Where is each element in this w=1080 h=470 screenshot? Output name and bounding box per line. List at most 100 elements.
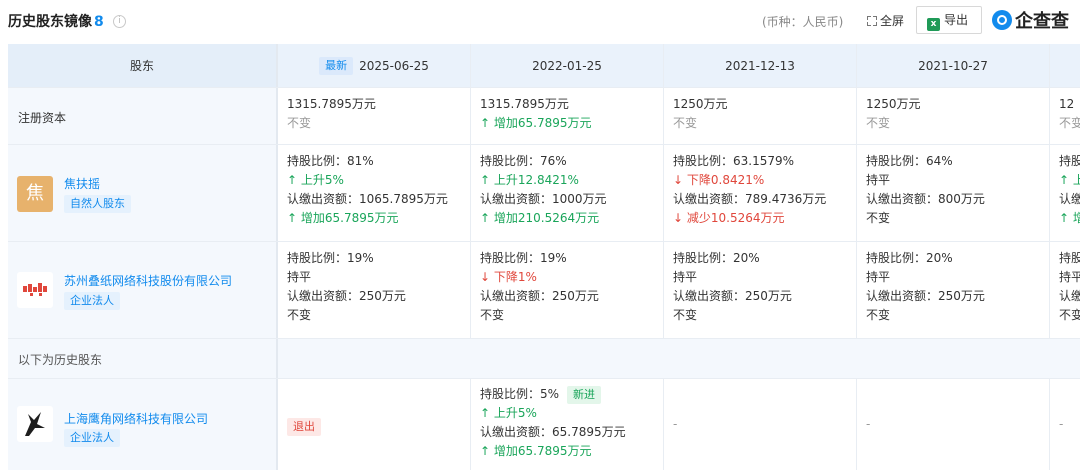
amount-change: 不变 bbox=[1059, 308, 1080, 322]
empty-value: - bbox=[1059, 417, 1064, 431]
table-row: 焦 焦扶摇 自然人股东 持股比例：81% ↑ 上升5% 认缴出资额：1065.7… bbox=[8, 145, 1080, 242]
subscribed-amount: 认缴出资额：250万元 bbox=[866, 289, 985, 303]
shareholder-count: 8 bbox=[94, 14, 104, 30]
header-date-col bbox=[1050, 44, 1080, 87]
holding-ratio-line: 持股比例：5% 新进 bbox=[480, 385, 626, 404]
fullscreen-label: 全屏 bbox=[880, 14, 905, 28]
brand-text: 企查查 bbox=[1015, 11, 1069, 32]
holding-ratio: 持股比例：19% bbox=[480, 251, 567, 265]
subscribed-amount: 认缴出资额：800万元 bbox=[866, 192, 985, 206]
amount-change: ↓ 减少10.5264万元 bbox=[673, 211, 785, 225]
shareholder-type-badge: 企业法人 bbox=[64, 292, 120, 310]
section-header: 历史股东镜像 8 i (币种：人民币) 全屏 x 导出 企查查 bbox=[0, 0, 1080, 42]
subscribed-amount: 认缴出资额：789.4736万元 bbox=[673, 192, 827, 206]
company-logo-icon[interactable] bbox=[17, 406, 53, 442]
holding-ratio: 持股 bbox=[1059, 251, 1080, 265]
amount-change: 不变 bbox=[866, 308, 891, 322]
holding-ratio: 持股比例：63.1579% bbox=[673, 154, 795, 168]
header-date-col: 最新 2025-06-25 bbox=[278, 44, 471, 87]
capital-change: 不变 bbox=[673, 116, 698, 130]
capital-value: 1250万元 bbox=[866, 97, 921, 111]
shareholder-name-link[interactable]: 上海鹰角网络科技有限公司 bbox=[64, 410, 208, 427]
amount-change: 不变 bbox=[866, 211, 891, 225]
currency-label: (币种：人民币) bbox=[762, 15, 844, 29]
amount-change: 不变 bbox=[287, 308, 312, 322]
exit-badge: 退出 bbox=[287, 418, 321, 436]
holding-ratio: 持股比例：19% bbox=[287, 251, 374, 265]
info-circle-icon[interactable]: i bbox=[113, 15, 126, 28]
fullscreen-button[interactable]: 全屏 bbox=[867, 12, 904, 29]
capital-change: ↑ 增加65.7895万元 bbox=[480, 116, 592, 130]
amount-change: ↑ 增 bbox=[1059, 211, 1080, 225]
capital-change: 不变 bbox=[866, 116, 891, 130]
avatar[interactable]: 焦 bbox=[17, 176, 53, 212]
header-date-col: 2021-12-13 bbox=[664, 44, 857, 87]
shareholder-name-link[interactable]: 焦扶摇 bbox=[64, 175, 100, 192]
shareholder-type-badge: 自然人股东 bbox=[64, 195, 131, 213]
header-date-col: 2021-10-27 bbox=[857, 44, 1050, 87]
export-button[interactable]: x 导出 bbox=[916, 6, 982, 34]
table-row: 苏州叠纸网络科技股份有限公司 企业法人 持股比例：19% 持平 认缴出资额：25… bbox=[8, 242, 1080, 339]
subscribed-amount: 认缴出资额：250万元 bbox=[673, 289, 792, 303]
shareholder-name-link[interactable]: 苏州叠纸网络科技股份有限公司 bbox=[64, 272, 232, 289]
subscribed-amount: 认缴出资额：250万元 bbox=[287, 289, 406, 303]
header-date-col: 2022-01-25 bbox=[471, 44, 664, 87]
ratio-change: ↑ 上升12.8421% bbox=[480, 173, 579, 187]
subscribed-amount: 认缴出资额：250万元 bbox=[480, 289, 599, 303]
brand-logo: 企查查 bbox=[992, 7, 1069, 33]
ratio-change: ↓ 下降0.8421% bbox=[673, 173, 765, 187]
holding-ratio: 持股比例：76% bbox=[480, 154, 567, 168]
table-row: 注册资本 1315.7895万元 不变 1315.7895万元 ↑ 增加65.789… bbox=[8, 88, 1080, 145]
table-row: 上海鹰角网络科技有限公司 企业法人 退出 持股比例：5% 新进 ↑ 上升5% 认缴… bbox=[8, 379, 1080, 470]
ratio-change: 持平 bbox=[287, 270, 312, 284]
holding-ratio: 持股比例：64% bbox=[866, 154, 953, 168]
empty-value: - bbox=[866, 417, 871, 431]
ratio-change: 持平 bbox=[866, 173, 891, 187]
amount-change: ↑ 增加210.5264万元 bbox=[480, 211, 600, 225]
subscribed-amount: 认缴 bbox=[1059, 289, 1080, 303]
col-date: 2021-10-27 bbox=[918, 59, 988, 73]
holding-ratio: 持股 bbox=[1059, 154, 1080, 168]
history-divider-row: 以下为历史股东 bbox=[8, 339, 1080, 379]
subscribed-amount: 认缴出资额：65.7895万元 bbox=[480, 425, 626, 439]
title-text: 历史股东镜像 bbox=[8, 14, 92, 30]
capital-change: 不变 bbox=[1059, 116, 1080, 130]
holding-ratio: 持股比例：20% bbox=[673, 251, 760, 265]
amount-change: 不变 bbox=[480, 308, 505, 322]
company-logo-icon[interactable] bbox=[17, 272, 53, 308]
ratio-change: ↑ 上升5% bbox=[480, 406, 537, 420]
header-shareholder: 股东 bbox=[8, 44, 278, 87]
capital-change: 不变 bbox=[287, 116, 312, 130]
ratio-change: 持平 bbox=[673, 270, 698, 284]
amount-change: ↑ 增加65.7895万元 bbox=[287, 211, 399, 225]
ratio-change: ↑ 上升5% bbox=[287, 173, 344, 187]
ratio-change: ↓ 下降1% bbox=[480, 270, 537, 284]
table-header-row: 股东 最新 2025-06-25 2022-01-25 2021-12-13 20… bbox=[8, 44, 1080, 88]
ratio-change: 持平 bbox=[1059, 270, 1080, 284]
amount-change: ↑ 增加65.7895万元 bbox=[480, 444, 592, 458]
section-title: 历史股东镜像 8 bbox=[8, 11, 104, 31]
qcc-logo-icon bbox=[992, 10, 1012, 30]
subscribed-amount: 认缴出资额：1065.7895万元 bbox=[287, 192, 448, 206]
capital-value: 12 bbox=[1059, 97, 1075, 111]
capital-value: 1250万元 bbox=[673, 97, 728, 111]
col-date: 2021-12-13 bbox=[725, 59, 795, 73]
col-date: 2022-01-25 bbox=[532, 59, 602, 73]
shareholder-type-badge: 企业法人 bbox=[64, 429, 120, 447]
export-label: 导出 bbox=[944, 13, 969, 27]
empty-value: - bbox=[673, 417, 678, 431]
capital-value: 1315.7895万元 bbox=[480, 97, 569, 111]
latest-badge: 最新 bbox=[319, 57, 354, 75]
subscribed-amount: 认缴 bbox=[1059, 192, 1080, 206]
holding-ratio: 持股比例：5% bbox=[480, 387, 560, 401]
capital-value: 1315.7895万元 bbox=[287, 97, 376, 111]
fullscreen-icon bbox=[867, 16, 877, 26]
ratio-change: ↑ 上 bbox=[1059, 173, 1080, 187]
row-label: 注册资本 bbox=[18, 111, 67, 125]
subscribed-amount: 认缴出资额：1000万元 bbox=[480, 192, 607, 206]
amount-change: 不变 bbox=[673, 308, 698, 322]
holding-ratio: 持股比例：20% bbox=[866, 251, 953, 265]
excel-icon: x bbox=[927, 18, 940, 31]
shareholder-history-table: 股东 最新 2025-06-25 2022-01-25 2021-12-13 20… bbox=[8, 44, 1080, 470]
history-label: 以下为历史股东 bbox=[18, 353, 103, 367]
